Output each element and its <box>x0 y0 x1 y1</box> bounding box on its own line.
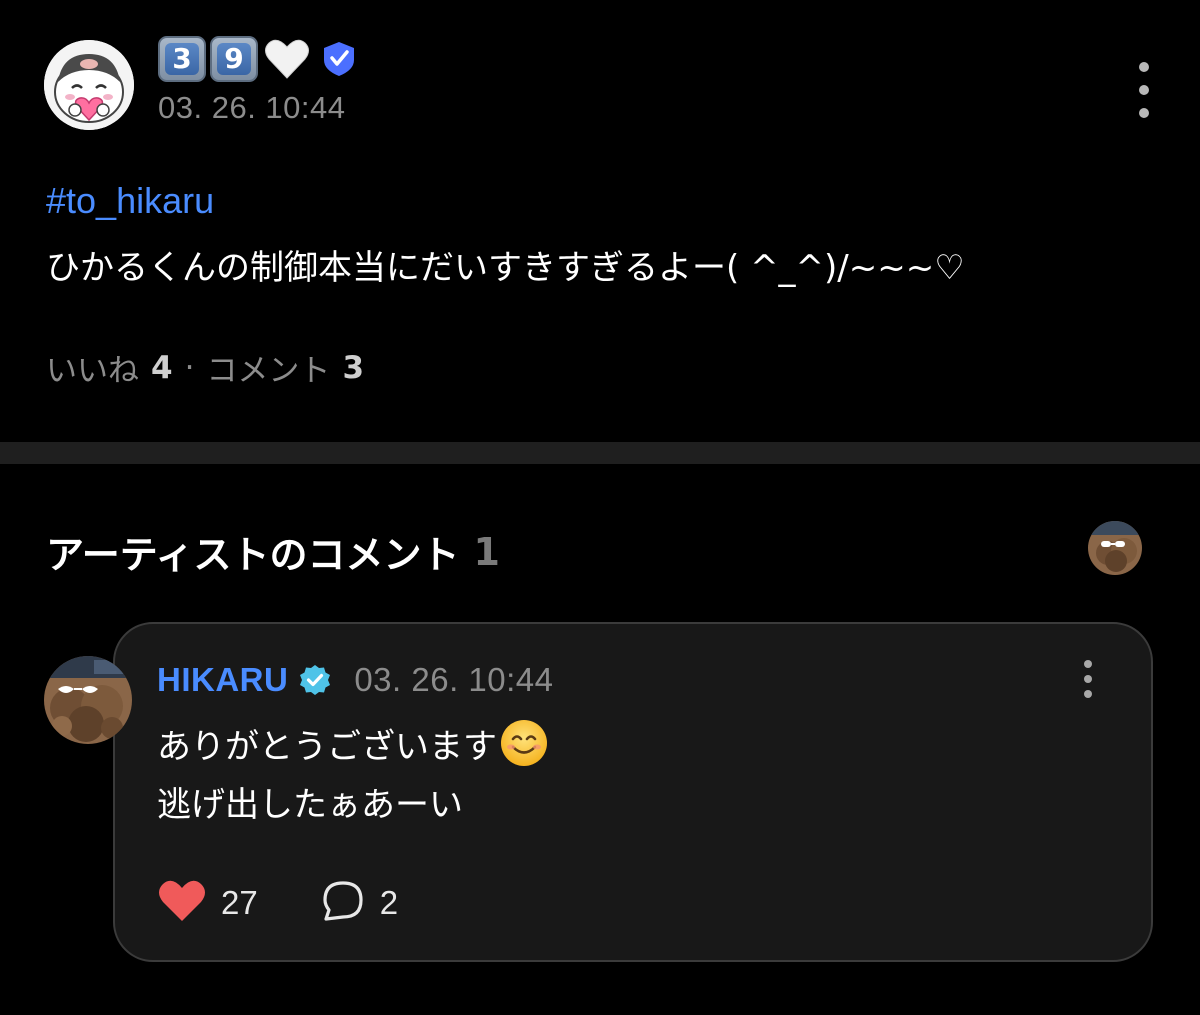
artist-avatar-small[interactable] <box>1088 521 1142 575</box>
section-divider <box>0 442 1200 464</box>
comment-actions: 27 2 <box>157 877 398 929</box>
white-heart-icon <box>262 36 312 82</box>
comment-timestamp: 03. 26. 10:44 <box>354 661 554 698</box>
likes-count: 4 <box>151 349 173 386</box>
like-count: 27 <box>221 884 258 921</box>
smiling-face-icon <box>499 718 549 768</box>
verified-shield-icon <box>320 40 358 78</box>
post-timestamp: 03. 26. 10:44 <box>158 90 346 125</box>
cartoon-avatar-image <box>44 40 134 130</box>
post-more-options-icon[interactable] <box>1128 62 1160 118</box>
post-hashtag-link[interactable]: #to_hikaru <box>46 180 214 222</box>
comment-text-line-2: 逃げ出したぁあーい <box>157 785 463 825</box>
post-author-name[interactable]: 3 9 <box>158 35 358 83</box>
dog-avatar-image <box>1088 521 1142 575</box>
speech-bubble-icon <box>320 879 366 927</box>
post-stats: いいね 4 · コメント 3 <box>46 345 364 390</box>
reply-button[interactable]: 2 <box>320 879 398 927</box>
verified-check-icon <box>298 663 332 697</box>
comment-author-name[interactable]: HIKARU <box>157 661 288 699</box>
comment-text-line-1: ありがとうございます <box>157 718 549 768</box>
dog-avatar-image <box>44 656 132 744</box>
artist-comments-title: アーティストのコメント <box>46 533 460 577</box>
comment-more-options-icon[interactable] <box>1074 660 1102 698</box>
post-author-avatar[interactable] <box>44 40 134 130</box>
artist-comments-count: 1 <box>473 529 500 574</box>
like-button[interactable]: 27 <box>157 879 258 927</box>
post-body-text: ひかるくんの制御本当にだいすきすぎるよー( ^_^)/~~~♡ <box>46 248 965 288</box>
artist-comments-heading: アーティストのコメント 1 <box>46 524 500 579</box>
red-heart-icon <box>157 879 207 927</box>
comment-text: ありがとうございます <box>157 726 497 767</box>
stats-separator: · <box>184 349 195 386</box>
comments-label[interactable]: コメント <box>206 345 330 390</box>
comment-author-avatar[interactable] <box>44 656 132 744</box>
keycap-digit-icon: 9 <box>210 36 258 82</box>
reply-count: 2 <box>379 884 399 921</box>
keycap-digit-icon: 3 <box>158 36 206 82</box>
comment-header: HIKARU 03. 26. 10:44 <box>157 656 554 704</box>
likes-label: いいね <box>46 353 139 389</box>
comments-count: 3 <box>342 349 365 386</box>
